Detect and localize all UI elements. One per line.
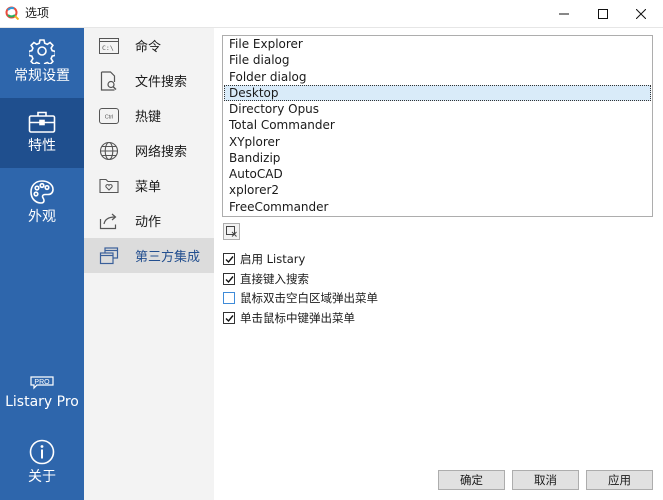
ctrl-key-icon: Ctrl xyxy=(99,107,119,124)
add-integration-button[interactable] xyxy=(223,223,240,240)
pro-badge-icon: PRO xyxy=(30,376,54,390)
list-item[interactable]: Bandizip xyxy=(224,150,651,166)
type-to-search-checkbox[interactable] xyxy=(223,273,235,285)
palette-icon xyxy=(30,180,54,204)
svg-text:C:\: C:\ xyxy=(102,44,114,52)
toolbox-icon xyxy=(28,111,56,133)
minimize-icon xyxy=(559,13,569,14)
sub-item-actions[interactable]: 动作 xyxy=(84,203,214,238)
option-label: 直接键入搜索 xyxy=(240,272,309,286)
list-item[interactable]: File Explorer xyxy=(224,36,651,52)
option-label: 启用 Listary xyxy=(240,252,306,266)
sub-item-web-search[interactable]: 网络搜索 xyxy=(84,133,214,168)
list-item[interactable]: xplorer2 xyxy=(224,182,651,198)
title-bar: 选项 xyxy=(0,0,663,27)
list-item[interactable]: Folder dialog xyxy=(224,69,651,85)
list-item[interactable]: XYplorer xyxy=(224,134,651,150)
option-label: 鼠标双击空白区域弹出菜单 xyxy=(240,291,378,305)
nav-features[interactable]: 特性 xyxy=(0,98,84,168)
sub-item-label: 动作 xyxy=(135,215,162,230)
middle-click-menu-option[interactable]: 单击鼠标中键弹出菜单 xyxy=(223,309,355,327)
nav-pro-label: Listary Pro xyxy=(5,394,79,410)
windows-stack-icon xyxy=(99,246,119,264)
double-click-menu-checkbox[interactable] xyxy=(223,292,235,304)
list-item-selected[interactable]: Desktop xyxy=(224,84,651,101)
type-to-search-option[interactable]: 直接键入搜索 xyxy=(223,270,309,288)
option-label: 单击鼠标中键弹出菜单 xyxy=(240,311,355,325)
nav-appearance-label: 外观 xyxy=(28,209,56,225)
list-item[interactable]: FreeCommander xyxy=(224,199,651,215)
checkmark-icon xyxy=(225,275,234,283)
sub-item-label: 网络搜索 xyxy=(135,145,188,160)
content-panel: File Explorer File dialog Folder dialog … xyxy=(214,28,663,500)
close-icon xyxy=(636,8,646,19)
sub-item-label: 菜单 xyxy=(135,180,162,195)
search-app-icon xyxy=(5,6,19,20)
maximize-button[interactable] xyxy=(584,0,622,27)
folder-heart-icon xyxy=(99,178,119,194)
sub-item-label: 文件搜索 xyxy=(135,75,188,90)
add-window-icon xyxy=(226,226,237,237)
sub-item-label: 命令 xyxy=(135,40,162,55)
sub-item-label: 热键 xyxy=(135,110,162,125)
sub-sidebar: C:\ 命令 文件搜索 Ctrl 热键 网络搜索 菜单 动作 第三方集成 xyxy=(84,28,214,500)
list-item[interactable]: AutoCAD xyxy=(224,166,651,182)
gear-icon xyxy=(29,39,55,64)
nav-general-settings[interactable]: 常规设置 xyxy=(0,28,84,98)
nav-general-label: 常规设置 xyxy=(14,68,70,84)
sub-item-menu[interactable]: 菜单 xyxy=(84,168,214,203)
minimize-button[interactable] xyxy=(545,0,583,27)
nav-features-label: 特性 xyxy=(28,138,56,154)
maximize-icon xyxy=(598,8,608,19)
list-item[interactable]: Directory Opus xyxy=(224,101,651,117)
file-search-icon xyxy=(100,70,117,91)
ok-button[interactable]: 确定 xyxy=(438,470,505,490)
nav-about-label: 关于 xyxy=(28,469,56,485)
svg-text:PRO: PRO xyxy=(34,379,50,386)
svg-text:Ctrl: Ctrl xyxy=(105,114,114,120)
checkmark-icon xyxy=(225,314,234,322)
integration-list[interactable]: File Explorer File dialog Folder dialog … xyxy=(222,35,653,217)
checkmark-icon xyxy=(225,255,234,263)
enable-listary-checkbox[interactable] xyxy=(223,253,235,265)
middle-click-menu-checkbox[interactable] xyxy=(223,312,235,324)
sub-item-hotkeys[interactable]: Ctrl 热键 xyxy=(84,98,214,133)
share-arrow-icon xyxy=(99,213,117,229)
list-item[interactable]: Total Commander xyxy=(224,117,651,133)
close-button[interactable] xyxy=(622,0,660,27)
sub-item-file-search[interactable]: 文件搜索 xyxy=(84,63,214,98)
globe-icon xyxy=(99,141,119,160)
sub-item-third-party[interactable]: 第三方集成 xyxy=(84,238,214,273)
enable-listary-option[interactable]: 启用 Listary xyxy=(223,250,305,268)
apply-button[interactable]: 应用 xyxy=(586,470,653,490)
cancel-button[interactable]: 取消 xyxy=(512,470,579,490)
window-title: 选项 xyxy=(25,6,50,20)
nav-about[interactable]: 关于 xyxy=(0,428,84,500)
sub-item-label: 第三方集成 xyxy=(135,250,201,265)
nav-appearance[interactable]: 外观 xyxy=(0,168,84,238)
info-icon xyxy=(29,439,55,465)
command-prompt-icon: C:\ xyxy=(99,37,119,54)
sub-item-commands[interactable]: C:\ 命令 xyxy=(84,28,214,63)
main-sidebar: 常规设置 特性 外观 PRO Listary Pro 关于 xyxy=(0,28,84,500)
double-click-menu-option[interactable]: 鼠标双击空白区域弹出菜单 xyxy=(223,289,378,307)
list-item[interactable]: File dialog xyxy=(224,52,651,68)
nav-listary-pro[interactable]: PRO Listary Pro xyxy=(0,366,84,428)
